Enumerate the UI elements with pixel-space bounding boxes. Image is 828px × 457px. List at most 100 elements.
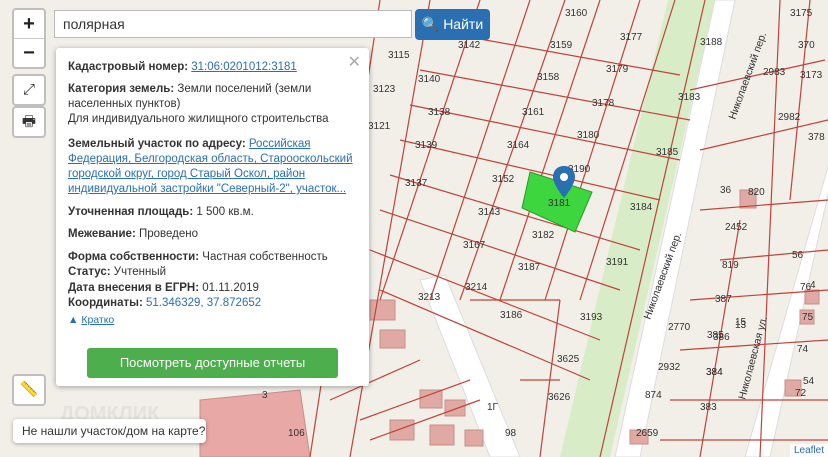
parcel-number: 74	[797, 344, 809, 355]
parcel-number: 370	[798, 40, 815, 51]
brief-toggle[interactable]: ▲ Кратко	[68, 313, 358, 328]
survey-label: Межевание:	[68, 228, 136, 240]
area-value: 1 500 кв.м.	[193, 206, 254, 218]
date-row: Дата внесения в ЕГРН: 01.11.2019	[68, 281, 358, 296]
parcel-number: 387	[715, 294, 732, 305]
search-input[interactable]	[54, 10, 412, 38]
parcel-number: 3164	[507, 140, 530, 151]
parcel-number: 3181	[548, 198, 571, 209]
parcel-number: 56	[792, 250, 804, 261]
zoom-out-button[interactable]: −	[14, 38, 44, 67]
area-row: Уточненная площадь: 1 500 кв.м.	[68, 205, 358, 220]
parcel-number: 98	[505, 428, 517, 439]
coords-row: Координаты: 51.346329, 37.872652	[68, 296, 358, 311]
parcel-number: 3121	[368, 121, 391, 132]
view-reports-button[interactable]: Посмотреть доступные отчеты	[87, 348, 338, 378]
date-label: Дата внесения в ЕГРН:	[68, 282, 200, 294]
parcel-number: 383	[700, 402, 717, 413]
printer-icon: 🖶	[21, 113, 37, 130]
area-label: Уточненная площадь:	[68, 206, 194, 218]
expand-icon: ⤢	[22, 81, 35, 98]
parcel-number: 3167	[463, 240, 486, 251]
status-label: Статус:	[68, 266, 111, 278]
parcel-number: 36	[720, 185, 732, 196]
parcel-number: 384	[706, 367, 723, 378]
parcel-number: 3191	[606, 257, 629, 268]
category-label: Категория земель:	[68, 83, 175, 95]
parcel-number: 3175	[790, 8, 813, 19]
parcel-number: 4	[810, 280, 816, 291]
parcel-number: 2982	[778, 112, 801, 123]
parcel-number: 3177	[620, 32, 643, 43]
coords-value[interactable]: 51.346329, 37.872652	[146, 297, 261, 309]
parcel-number: 385	[707, 330, 724, 341]
status-row: Статус: Учтенный	[68, 265, 358, 280]
leaflet-attribution[interactable]: Leaflet	[789, 444, 828, 457]
parcel-number: 3214	[465, 282, 488, 293]
parcel-number: 3626	[548, 392, 571, 403]
parcel-number: 3158	[537, 72, 560, 83]
parcel-number: 3137	[405, 178, 428, 189]
parcel-number: 3140	[418, 74, 441, 85]
parcel-number: 3179	[606, 64, 629, 75]
parcel-number: 3161	[522, 107, 545, 118]
cadastral-link[interactable]: 31:06:0201012:3181	[191, 61, 297, 73]
survey-value: Проведено	[135, 228, 199, 240]
parcel-number: 819	[722, 260, 739, 271]
parcel-number: 3	[262, 390, 268, 401]
parcel-number: 2575	[0, 0, 23, 3]
parcel-number: 3139	[415, 140, 438, 151]
parcel-number: 3185	[656, 147, 679, 158]
ruler-button[interactable]: 📏	[12, 374, 46, 406]
brief-link[interactable]: Кратко	[81, 314, 114, 326]
parcel-number: 820	[748, 187, 765, 198]
cadastral-row: Кадастровый номер: 31:06:0201012:3181	[68, 60, 358, 75]
survey-row: Межевание: Проведено	[68, 227, 358, 242]
zoom-in-button[interactable]: +	[14, 10, 44, 38]
parcel-number: 378	[808, 132, 825, 143]
parcel-number: 3182	[532, 230, 555, 241]
not-found-button[interactable]: Не нашли участок/дом на карте?	[13, 419, 206, 443]
print-button[interactable]: 🖶	[12, 106, 46, 138]
search-button[interactable]: 🔍 Найти	[415, 9, 490, 40]
parcel-number: 3193	[580, 312, 603, 323]
ruler-icon: 📏	[19, 381, 39, 398]
search-icon: 🔍	[421, 16, 440, 32]
parcel-number: 2932	[658, 362, 681, 373]
parcel-info-popup: ✕ Кадастровый номер: 31:06:0201012:3181 …	[56, 48, 369, 386]
parcel-number: 3138	[428, 107, 451, 118]
search-button-label: Найти	[443, 16, 484, 32]
parcel-number: 1Г	[487, 402, 499, 413]
parcel-number: 3142	[458, 40, 481, 51]
parcel-number: 106	[288, 428, 305, 439]
coords-label: Координаты:	[68, 297, 143, 309]
category-row: Категория земель: Земли поселений (земли…	[68, 82, 358, 112]
ownership-label: Форма собственности:	[68, 251, 200, 263]
parcel-number: 3180	[577, 130, 600, 141]
caret-up-icon: ▲	[68, 314, 79, 326]
ownership-row: Форма собственности: Частная собственнос…	[68, 250, 358, 265]
status-value: Учтенный	[110, 266, 167, 278]
parcel-number: 75	[802, 312, 814, 323]
parcel-number: 3152	[492, 174, 515, 185]
parcel-number: 2983	[763, 67, 786, 78]
parcel-number: 3187	[518, 262, 541, 273]
parcel-number: 72	[795, 388, 807, 399]
parcel-number: 3183	[678, 92, 701, 103]
parcel-number: 3625	[557, 354, 580, 365]
zoom-control: + −	[12, 8, 46, 69]
fullscreen-button[interactable]: ⤢	[12, 74, 46, 106]
parcel-number: 2452	[725, 222, 748, 233]
parcel-number: 3173	[800, 70, 823, 81]
parcel-number: 874	[645, 390, 662, 401]
address-row: Земельный участок по адресу: Российская …	[68, 137, 358, 197]
parcel-number: 3115	[388, 50, 410, 61]
usage-text: Для индивидуального жилищного строительс…	[68, 113, 329, 125]
parcel-number: 3178	[592, 98, 615, 109]
parcel-number: 3186	[500, 310, 523, 321]
parcel-number: 13	[735, 320, 747, 331]
address-label: Земельный участок по адресу:	[68, 138, 246, 150]
cadastral-label: Кадастровый номер:	[68, 61, 189, 73]
parcel-number: 2770	[668, 322, 691, 333]
parcel-number: 3213	[418, 292, 441, 303]
